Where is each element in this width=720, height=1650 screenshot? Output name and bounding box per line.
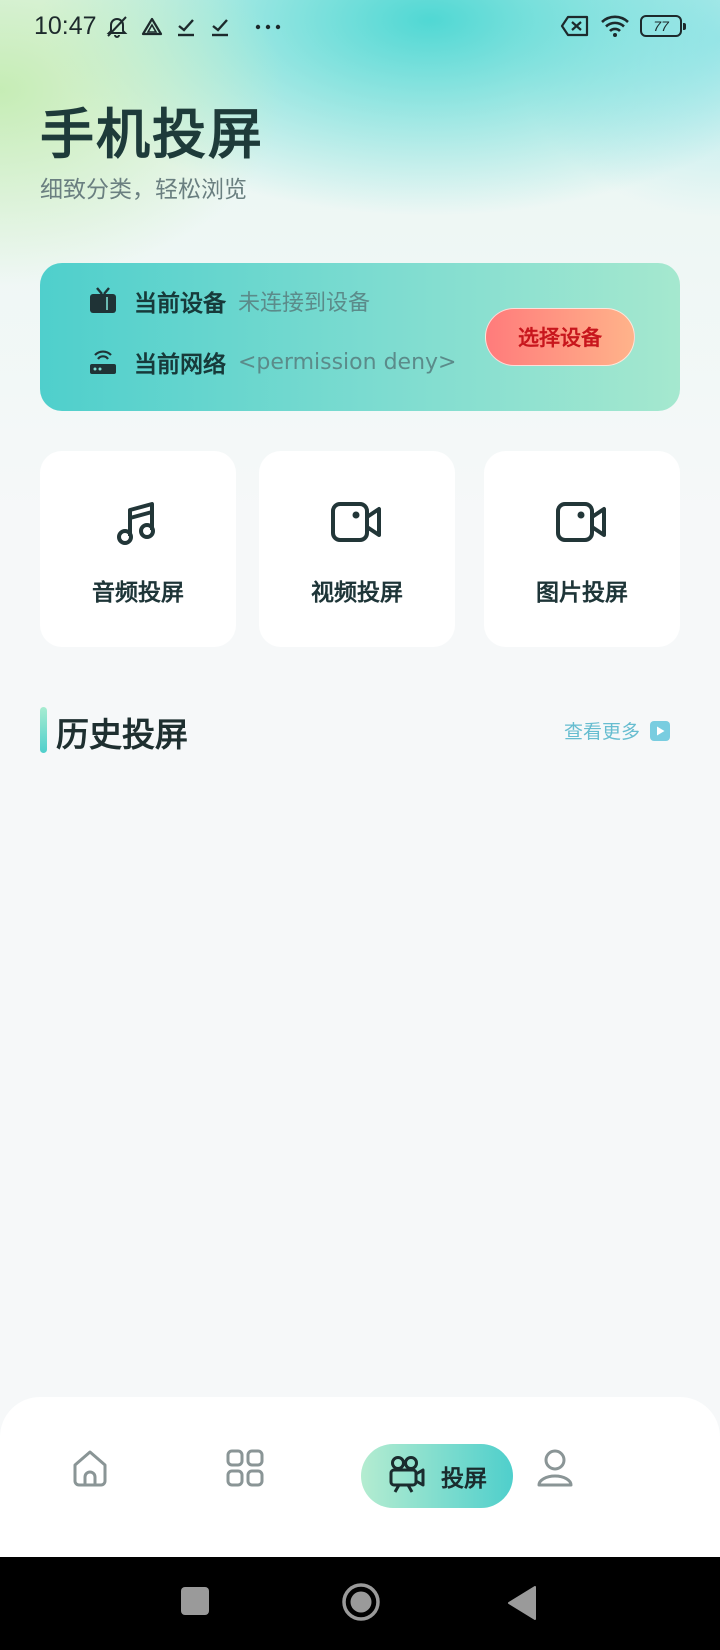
current-network-value: <permission deny> bbox=[238, 349, 457, 375]
device-card: 当前设备 未连接到设备 当前网络 <permission deny> 选择设备 bbox=[40, 263, 680, 411]
back-triangle-icon bbox=[506, 1585, 538, 1625]
video-cast-card[interactable]: 视频投屏 bbox=[259, 451, 455, 647]
nav-home[interactable] bbox=[65, 1445, 115, 1495]
play-square-icon bbox=[650, 720, 670, 741]
more-dots-icon bbox=[254, 15, 282, 39]
status-bar: 10:47 77 bbox=[0, 0, 720, 54]
current-device-label: 当前设备 bbox=[134, 291, 226, 317]
history-title: 历史投屏 bbox=[56, 715, 188, 754]
video-camera-icon bbox=[327, 493, 387, 553]
page-subtitle: 细致分类，轻松浏览 bbox=[40, 177, 247, 203]
current-device-row: 当前设备 未连接到设备 bbox=[88, 281, 370, 321]
grid-icon bbox=[225, 1448, 265, 1492]
page-title: 手机投屏 bbox=[40, 103, 264, 166]
music-note-icon bbox=[108, 493, 168, 553]
nav-profile[interactable] bbox=[530, 1445, 580, 1495]
battery-level: 77 bbox=[653, 18, 669, 34]
sim-disabled-icon bbox=[560, 14, 590, 38]
drive-icon bbox=[140, 15, 164, 39]
wifi-icon bbox=[600, 14, 630, 38]
nav-cast-label: 投屏 bbox=[441, 1466, 487, 1492]
audio-cast-card[interactable]: 音频投屏 bbox=[40, 451, 236, 647]
video-cast-label: 视频投屏 bbox=[311, 580, 403, 606]
home-icon bbox=[69, 1447, 111, 1493]
view-more-label: 查看更多 bbox=[563, 721, 640, 743]
system-nav-bar bbox=[0, 1557, 720, 1650]
home-button[interactable] bbox=[340, 1581, 382, 1627]
current-device-value: 未连接到设备 bbox=[238, 291, 371, 316]
nav-apps[interactable] bbox=[220, 1445, 270, 1495]
download-done-icon bbox=[174, 15, 198, 39]
nav-cast[interactable]: 投屏 bbox=[361, 1444, 513, 1508]
download-done-icon bbox=[208, 15, 232, 39]
status-time: 10:47 bbox=[34, 12, 97, 40]
user-icon bbox=[535, 1447, 575, 1493]
hero-background bbox=[0, 0, 720, 520]
status-right-icons: 77 bbox=[560, 14, 686, 38]
bottom-nav: 投屏 bbox=[0, 1397, 720, 1557]
home-circle-icon bbox=[340, 1581, 382, 1627]
status-left-icons bbox=[104, 14, 282, 40]
history-accent-bar bbox=[40, 707, 47, 753]
image-cast-card[interactable]: 图片投屏 bbox=[484, 451, 680, 647]
muted-alarm-icon bbox=[104, 14, 130, 40]
image-cast-label: 图片投屏 bbox=[536, 580, 628, 606]
audio-cast-label: 音频投屏 bbox=[92, 580, 184, 606]
video-camera-icon bbox=[552, 493, 612, 553]
router-icon bbox=[88, 347, 118, 377]
movie-camera-icon bbox=[387, 1454, 427, 1498]
recents-button[interactable] bbox=[180, 1585, 210, 1621]
battery-icon: 77 bbox=[640, 15, 686, 37]
current-network-label: 当前网络 bbox=[134, 352, 226, 378]
back-button[interactable] bbox=[506, 1585, 538, 1625]
view-more-link[interactable]: 查看更多 bbox=[564, 717, 670, 744]
recents-square-icon bbox=[180, 1585, 210, 1621]
select-device-button[interactable]: 选择设备 bbox=[485, 308, 635, 366]
tv-icon bbox=[88, 286, 118, 316]
current-network-row: 当前网络 <permission deny> bbox=[88, 342, 456, 382]
history-header: 历史投屏 查看更多 bbox=[40, 705, 680, 755]
